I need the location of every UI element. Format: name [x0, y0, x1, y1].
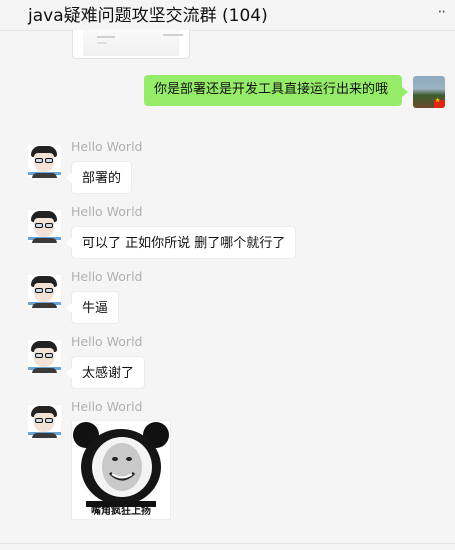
sender-avatar[interactable] [28, 145, 61, 178]
message-bubble[interactable]: 部署的 [65, 161, 133, 194]
sender-avatar[interactable] [28, 275, 61, 308]
sender-name: Hello World [71, 204, 143, 219]
sender-avatar[interactable] [28, 405, 61, 438]
sender-avatar[interactable] [28, 340, 61, 373]
sender-avatar[interactable] [28, 210, 61, 243]
sender-name: Hello World [71, 399, 143, 414]
sender-name: Hello World [71, 334, 143, 349]
message-bubble[interactable]: 太感谢了 [65, 356, 146, 389]
message-bubble[interactable]: 牛逼 [65, 291, 120, 324]
china-flag-icon [434, 97, 445, 108]
previous-message-thumbnail [83, 30, 183, 56]
input-divider [0, 543, 455, 544]
more-options-icon[interactable]: ·· [437, 3, 445, 21]
chat-header: java疑难问题攻坚交流群 (104) ·· [0, 0, 455, 31]
chat-title: java疑难问题攻坚交流群 (104) [28, 6, 268, 26]
sticker-message[interactable]: 嘴角疯狂上扬 [71, 420, 171, 520]
sender-name: Hello World [71, 269, 143, 284]
previous-message-card[interactable] [72, 30, 190, 59]
my-message-bubble[interactable]: 你是部署还是开发工具直接运行出来的哦 [144, 75, 408, 106]
sender-name: Hello World [71, 139, 143, 154]
message-bubble[interactable]: 可以了 正如你所说 删了哪个就行了 [65, 226, 297, 259]
sticker-caption: 嘴角疯狂上扬 [91, 506, 151, 517]
my-avatar[interactable] [413, 76, 445, 108]
